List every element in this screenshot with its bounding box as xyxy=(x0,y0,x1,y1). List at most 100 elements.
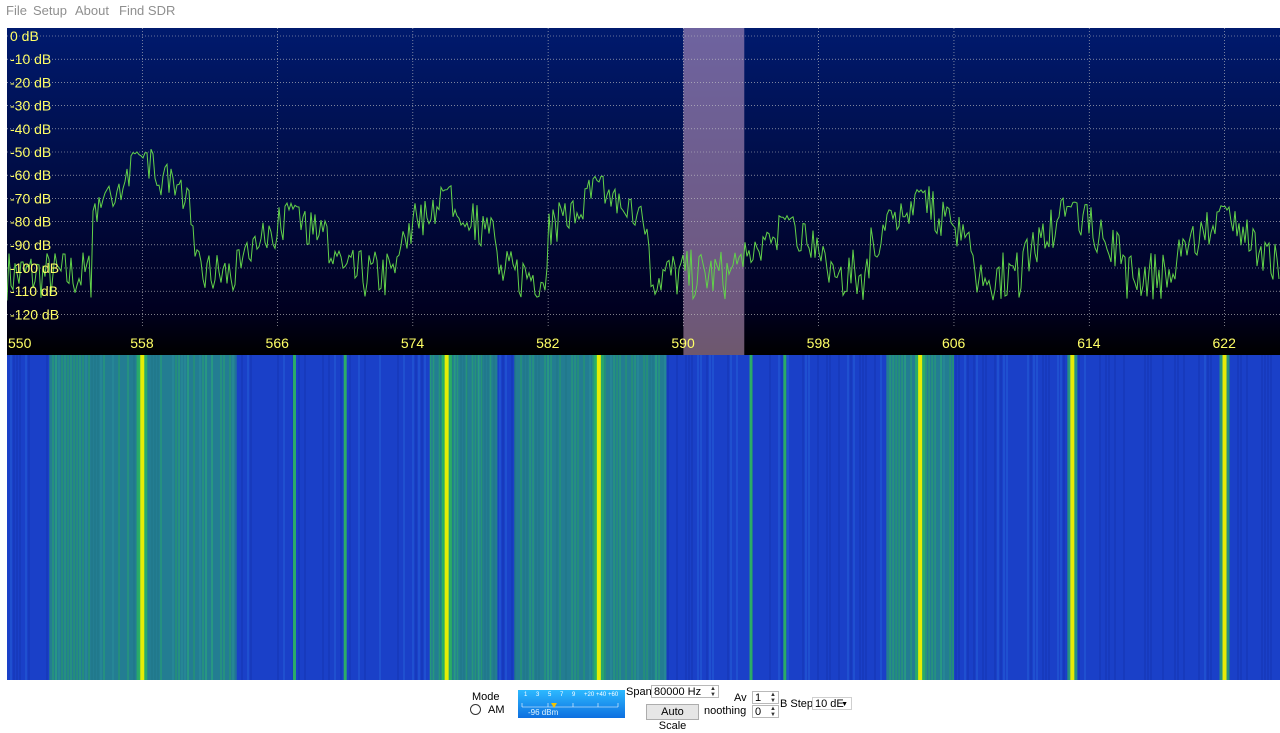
waterfall-noise-column xyxy=(1027,355,1029,680)
waterfall-noise-column xyxy=(1036,355,1038,680)
waterfall-noise-column xyxy=(826,355,828,680)
waterfall-noise-column xyxy=(1246,355,1248,680)
waterfall-noise-column xyxy=(379,355,381,680)
waterfall-noise-column xyxy=(298,355,300,680)
waterfall-noise-column xyxy=(1147,355,1149,680)
am-radio[interactable] xyxy=(470,704,481,715)
db-axis-label: -80 dB xyxy=(10,214,51,230)
db-axis-label: -70 dB xyxy=(10,190,51,206)
menu-bar: File Setup About Find SDR xyxy=(0,0,1280,22)
waterfall-noise-column xyxy=(736,355,738,680)
waterfall-noise-column xyxy=(1063,355,1065,680)
menu-about[interactable]: About xyxy=(75,3,109,18)
chevron-down-icon: ▼ xyxy=(841,701,848,708)
menu-find-sdr[interactable]: Find SDR xyxy=(119,3,175,18)
db-axis-label: -40 dB xyxy=(10,121,51,137)
frequency-axis-label: 558 xyxy=(130,335,154,351)
auto-scale-button[interactable]: Auto Scale xyxy=(646,704,699,732)
waterfall-noise-band xyxy=(574,355,576,680)
waterfall-noise-column xyxy=(1105,355,1107,680)
waterfall-strong-carrier xyxy=(1070,355,1075,680)
waterfall-noise-column xyxy=(1078,355,1080,680)
waterfall-noise-band xyxy=(477,355,480,680)
waterfall-noise-band xyxy=(577,355,579,680)
waterfall-noise-column xyxy=(16,355,18,680)
waterfall-noise-column xyxy=(805,355,807,680)
waterfall-noise-band xyxy=(474,355,477,680)
waterfall-noise-band xyxy=(429,355,432,680)
db-axis-label: -10 dB xyxy=(10,51,51,67)
waterfall-noise-column xyxy=(19,355,21,680)
frequency-axis-label: 598 xyxy=(807,335,831,351)
spectrum-plot[interactable]: 0 dB -10 dB -20 dB -30 dB -40 dB -50 dB -60 dB… xyxy=(7,28,1280,355)
waterfall-display[interactable] xyxy=(7,355,1280,680)
waterfall-noise-column xyxy=(706,355,708,680)
waterfall-noise-column xyxy=(667,355,669,680)
smoothing-input[interactable]: 0 ▲ ▼ xyxy=(752,705,779,718)
spectrum-background xyxy=(7,28,1280,355)
db-axis-label: -110 dB xyxy=(10,283,58,299)
waterfall-noise-band xyxy=(471,355,474,680)
waterfall-noise-band xyxy=(634,355,636,680)
waterfall-noise-band xyxy=(79,355,81,680)
frequency-axis-label: 582 xyxy=(536,335,560,351)
waterfall-noise-band xyxy=(73,355,75,680)
waterfall-noise-column xyxy=(247,355,249,680)
waterfall-noise-column xyxy=(1123,355,1125,680)
av-input[interactable]: 1 ▲ ▼ xyxy=(752,691,779,704)
waterfall-noise-band xyxy=(583,355,585,680)
waterfall-noise-band xyxy=(229,355,231,680)
waterfall-noise-column xyxy=(505,355,507,680)
waterfall-noise-column xyxy=(1240,355,1242,680)
waterfall-plot[interactable] xyxy=(7,355,1280,680)
waterfall-noise-column xyxy=(730,355,732,680)
span-spinner-icon[interactable]: ▲ ▼ xyxy=(709,686,717,698)
signal-meter: 1 3 5 7 9 +20 +40 +60 -96 dBm xyxy=(518,690,625,718)
waterfall-noise-band xyxy=(193,355,195,680)
waterfall-noise-band xyxy=(604,355,606,680)
smoothing-value: 0 xyxy=(755,706,762,718)
waterfall-noise-column xyxy=(685,355,687,680)
waterfall-noise-column xyxy=(250,355,252,680)
waterfall-noise-column xyxy=(1033,355,1035,680)
waterfall-noise-column xyxy=(1114,355,1116,680)
waterfall-noise-band xyxy=(901,355,903,680)
frequency-axis-label: 550 xyxy=(8,335,32,351)
av-label: Av xyxy=(734,692,747,704)
waterfall-noise-band xyxy=(64,355,66,680)
waterfall-noise-band xyxy=(61,355,63,680)
waterfall-noise-band xyxy=(465,355,468,680)
waterfall-noise-band xyxy=(175,355,177,680)
waterfall-noise-column xyxy=(349,355,351,680)
waterfall-noise-column xyxy=(1237,355,1239,680)
waterfall-noise-band xyxy=(52,355,54,680)
signal-meter-value: -96 dBm xyxy=(528,708,559,717)
av-spinner-icon[interactable]: ▲ ▼ xyxy=(769,692,777,704)
tuned-band-highlight[interactable] xyxy=(683,28,745,355)
menu-setup[interactable]: Setup xyxy=(33,3,67,18)
span-input[interactable]: 80000 Hz ▲ ▼ xyxy=(651,685,719,698)
waterfall-noise-band xyxy=(889,355,891,680)
waterfall-noise-column xyxy=(1207,355,1209,680)
waterfall-noise-column xyxy=(880,355,882,680)
frequency-axis-label: 590 xyxy=(671,335,695,351)
waterfall-noise-column xyxy=(838,355,840,680)
waterfall-noise-column xyxy=(727,355,729,680)
mode-label: Mode xyxy=(472,691,500,703)
waterfall-noise-band xyxy=(616,355,618,680)
span-label: Span xyxy=(626,686,652,698)
waterfall-noise-column xyxy=(328,355,330,680)
smoothing-spinner-icon[interactable]: ▲ ▼ xyxy=(769,706,777,718)
waterfall-noise-column xyxy=(1198,355,1200,680)
waterfall-noise-band xyxy=(613,355,615,680)
waterfall-noise-column xyxy=(808,355,810,680)
waterfall-noise-column xyxy=(982,355,984,680)
waterfall-noise-column xyxy=(13,355,15,680)
waterfall-noise-column xyxy=(502,355,504,680)
spectrum-display[interactable]: 0 dB -10 dB -20 dB -30 dB -40 dB -50 dB -60 dB… xyxy=(7,28,1280,355)
waterfall-noise-column xyxy=(241,355,243,680)
db-step-select[interactable]: 10 dE ▼ xyxy=(812,697,852,710)
waterfall-noise-band xyxy=(646,355,648,680)
menu-file[interactable]: File xyxy=(6,3,27,18)
waterfall-noise-column xyxy=(25,355,27,680)
